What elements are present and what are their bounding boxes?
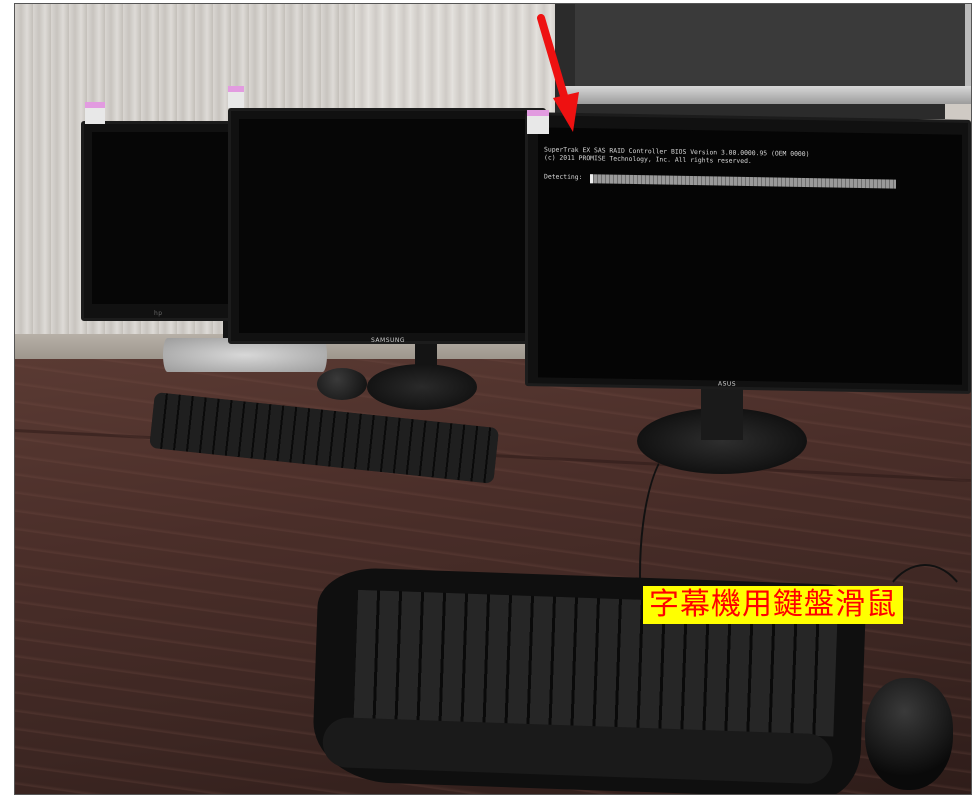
detecting-label: Detecting: (544, 172, 583, 182)
progress-fill (590, 174, 594, 184)
right-monitor: SuperTrak EX SAS RAID Controller BIOS Ve… (525, 112, 971, 394)
middle-monitor-base (367, 364, 477, 410)
monitor-tag-left (85, 102, 105, 124)
right-monitor-brand: ASUS (718, 380, 737, 388)
right-monitor-neck (701, 384, 743, 440)
window-frame (575, 4, 971, 86)
caption-label: 字幕機用鍵盤滑鼠 (643, 586, 903, 624)
logitech-mouse (865, 678, 953, 790)
left-monitor-screen (92, 132, 240, 304)
middle-monitor: SAMSUNG (228, 108, 546, 344)
middle-monitor-screen (239, 119, 537, 333)
small-mouse (317, 368, 367, 400)
window-sill (563, 86, 971, 104)
middle-monitor-brand: SAMSUNG (371, 337, 406, 344)
detecting-progress-bar (590, 174, 896, 189)
bios-screen: SuperTrak EX SAS RAID Controller BIOS Ve… (538, 127, 962, 385)
bios-text: SuperTrak EX SAS RAID Controller BIOS Ve… (544, 145, 956, 168)
left-monitor: hp (81, 121, 249, 321)
left-monitor-brand: hp (154, 310, 163, 317)
red-arrow-icon (537, 14, 579, 132)
monitor-tag-middle (228, 86, 244, 108)
photo-scene: hp SAMSUNG SuperTrak EX SAS RAID Control… (14, 3, 972, 795)
